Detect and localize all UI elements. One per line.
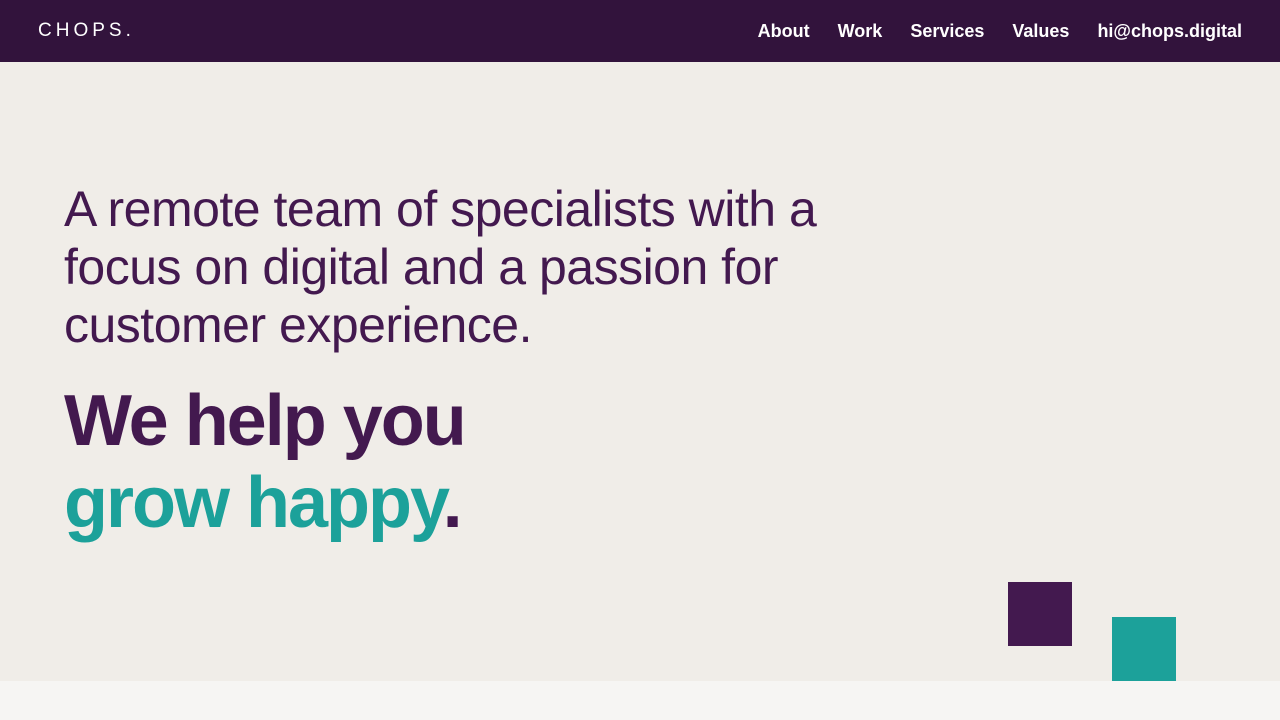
tagline-period: . — [442, 463, 463, 543]
decorative-purple-square — [1008, 582, 1072, 646]
logo-link[interactable]: CHOPS. — [38, 0, 135, 62]
nav-about-link[interactable]: About — [758, 21, 810, 42]
decorative-teal-square — [1112, 617, 1176, 681]
nav-values-link[interactable]: Values — [1012, 21, 1069, 42]
nav-services-link[interactable]: Services — [910, 21, 984, 42]
nav-email-link[interactable]: hi@chops.digital — [1097, 21, 1242, 42]
main-nav: About Work Services Values hi@chops.digi… — [758, 0, 1242, 62]
tagline-line-2: grow happy. — [64, 462, 465, 544]
hero-intro-text: A remote team of specialists with a focu… — [64, 181, 817, 353]
below-fold-section — [0, 681, 1280, 720]
hero-tagline: We help you grow happy. — [64, 380, 467, 544]
nav-work-link[interactable]: Work — [838, 21, 883, 42]
tagline-highlight: grow happy — [64, 463, 445, 543]
site-header: CHOPS. About Work Services Values hi@cho… — [0, 0, 1280, 62]
tagline-line-1: We help you — [64, 381, 467, 461]
hero-section: A remote team of specialists with a focu… — [0, 62, 1280, 681]
